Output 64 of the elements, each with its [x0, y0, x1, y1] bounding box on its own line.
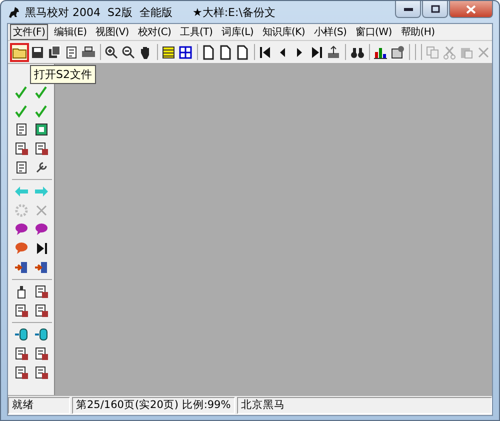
- window-title: 黑马校对 2004 S2版 全能版: [25, 4, 172, 20]
- document-icon: [34, 303, 49, 318]
- page-icon: [218, 44, 234, 60]
- menu-item[interactable]: 文件(F): [10, 24, 48, 40]
- menu-item[interactable]: 帮助(H): [398, 24, 438, 40]
- tooltip: 打开S2文件: [30, 65, 96, 84]
- arrow-right-icon: [34, 184, 49, 199]
- spell-check-icon: [14, 84, 29, 99]
- folder-button[interactable]: [10, 42, 29, 62]
- arrow-left-icon: [14, 184, 29, 199]
- exit-icon: [34, 260, 49, 275]
- document-list-icon: [14, 160, 29, 175]
- document-icon: [14, 365, 29, 380]
- database-icon: [34, 327, 49, 342]
- close-button[interactable]: [449, 1, 493, 18]
- document-icon: [34, 365, 49, 380]
- database-icon: [14, 327, 29, 342]
- document-icon: [34, 284, 49, 299]
- status-text: 就绪: [8, 397, 70, 414]
- pages-icon: [47, 44, 62, 60]
- speech-bubble-icon: [14, 222, 29, 237]
- grid-icon: [161, 44, 176, 60]
- last-page-icon: [309, 44, 324, 60]
- spell-check-icon: [34, 103, 49, 118]
- cut-icon: [442, 44, 457, 60]
- document-list-icon: [64, 44, 79, 60]
- document-icon: [14, 303, 29, 318]
- table-icon: [178, 44, 194, 60]
- wrench-icon: [34, 160, 49, 175]
- delete-icon: [34, 203, 49, 218]
- menu-item[interactable]: 编辑(E): [51, 24, 90, 40]
- menu-item[interactable]: 工具(T): [177, 24, 216, 40]
- speech-bubble-icon: [34, 222, 49, 237]
- page-icon: [201, 44, 216, 60]
- horse-icon: [7, 5, 21, 19]
- page-icon: [235, 44, 250, 60]
- status-text: 北京黑马: [237, 397, 492, 414]
- maximize-icon: [430, 5, 440, 13]
- menu-item[interactable]: 视图(V): [92, 24, 132, 40]
- zoom-out-icon: [121, 44, 136, 60]
- minimize-icon: [404, 8, 412, 10]
- speech-bubble-icon: [14, 241, 29, 256]
- document-icon: [14, 346, 29, 361]
- maximize-button[interactable]: [422, 1, 448, 18]
- delete-icon: [476, 44, 491, 60]
- minimize-button[interactable]: [395, 1, 421, 18]
- document-title: ★大样:E:\备份文: [192, 4, 276, 20]
- zoom-in-icon: [104, 44, 120, 60]
- close-icon: [466, 4, 476, 14]
- menu-item[interactable]: 窗口(W): [352, 24, 395, 40]
- menu-item[interactable]: 知识库(K): [259, 24, 308, 40]
- export-icon: [326, 44, 342, 60]
- document-icon: [14, 141, 29, 156]
- menu-item[interactable]: 词库(L): [218, 24, 256, 40]
- document-icon: [34, 346, 49, 361]
- menu-item[interactable]: 校对(C): [134, 24, 174, 40]
- menu-item[interactable]: 小样(S): [311, 24, 350, 40]
- spell-check-icon: [34, 84, 49, 99]
- document-icon: [34, 141, 49, 156]
- copy-icon: [424, 44, 440, 60]
- printer-icon: [81, 44, 96, 60]
- exit-icon: [14, 260, 29, 275]
- status-text: 第25/160页(实20页) 比例:99%: [72, 397, 235, 414]
- spell-check-icon: [14, 103, 29, 118]
